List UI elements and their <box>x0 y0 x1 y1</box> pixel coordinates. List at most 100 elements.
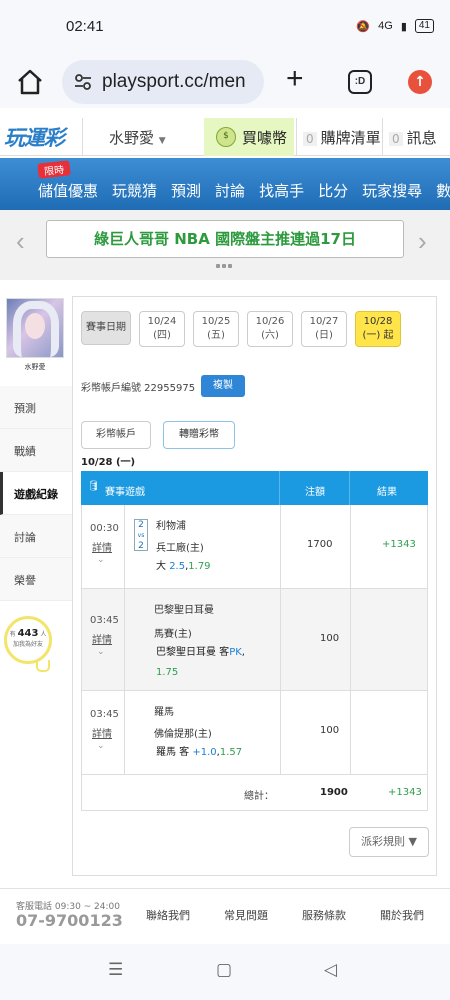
site-header: 玩運彩 水野愛 ▼ $ 買噱幣 0 購牌清單 0 訊息 <box>0 118 450 156</box>
profile-sidebar: 預測 戰績 遊戲紀錄 討論 榮譽 <box>0 386 72 601</box>
site-settings-icon[interactable] <box>74 73 92 91</box>
game-time: 03:45 <box>90 709 119 720</box>
detail-link[interactable]: 詳情 <box>92 725 112 740</box>
account-number: 彩幣帳戶編號 22955975 <box>81 383 196 394</box>
buy-coins-button[interactable]: $ 買噱幣 <box>204 118 294 156</box>
chevron-left-icon[interactable]: ‹ <box>16 226 25 257</box>
away-team: 巴黎聖日耳曼 <box>154 605 214 616</box>
address-bar[interactable]: playsport.cc/men <box>62 60 264 104</box>
total-amount: 1900 <box>320 787 348 798</box>
date-option-active[interactable]: 10/28 (一) 起 <box>355 311 401 347</box>
date-option[interactable]: 10/24 (四) <box>139 311 185 347</box>
battery-icon: 41 <box>414 19 434 33</box>
date-selector: 賽事日期 10/24 (四) 10/25 (五) 10/26 (六) 10/27 (日)… <box>81 311 401 347</box>
table-row: 00:30 詳情 ⌄ 2 vs 2 利物浦 兵工廠(主) 大 2.5,1.79 17… <box>81 505 428 589</box>
home-nav-icon[interactable]: ▢ <box>216 960 232 980</box>
tab-coin-account[interactable]: 彩幣帳戶 <box>81 421 151 449</box>
cart-label: 購牌清單 <box>320 129 381 147</box>
sidebar-item-predict[interactable]: 預測 <box>0 386 72 429</box>
nav-item-scores[interactable]: 比分 <box>318 180 348 201</box>
footer-links: 聯絡我們 常見問題 服務條款 關於我們 <box>146 907 424 923</box>
nav-item-play-guess[interactable]: 玩競猜 <box>112 180 157 201</box>
nav-item-find-experts[interactable]: 找高手 <box>259 180 304 201</box>
message-count: 0 <box>389 132 403 146</box>
site-footer: 客服電話 09:30 ~ 24:00 07-9700123 聯絡我們 常見問題 … <box>0 888 450 944</box>
nav-item-topup-offers[interactable]: 儲值優惠 <box>38 180 98 201</box>
table-total-row: 總計： 1900 +1343 <box>81 775 428 811</box>
bet-pick: 羅馬 客 +1.0,1.57 <box>156 747 243 758</box>
sidebar-item-discuss[interactable]: 討論 <box>0 515 72 558</box>
service-phone[interactable]: 07-9700123 <box>16 911 123 930</box>
avatar[interactable] <box>6 298 64 358</box>
recents-icon[interactable]: ☰ <box>108 960 123 980</box>
footer-link-faq[interactable]: 常見問題 <box>224 907 268 923</box>
away-team: 利物浦 <box>156 521 186 532</box>
chevron-right-icon[interactable]: › <box>418 226 427 257</box>
payout-rules-button[interactable]: 派彩規則 ▼ <box>349 827 429 857</box>
footer-link-about[interactable]: 關於我們 <box>380 907 424 923</box>
mute-icon: 🔕 <box>356 20 371 33</box>
date-option[interactable]: 10/26 (六) <box>247 311 293 347</box>
detail-link[interactable]: 詳情 <box>92 539 112 554</box>
buy-label: 買噱幣 <box>242 129 288 147</box>
chevron-down-icon[interactable]: ⌄ <box>97 647 105 657</box>
game-time: 00:30 <box>90 523 119 534</box>
browser-toolbar: playsport.cc/men + :D ↑ <box>0 56 450 108</box>
header-game: 賽事遊戲 <box>105 487 145 498</box>
footer-link-terms[interactable]: 服務條款 <box>302 907 346 923</box>
tab-switcher-button[interactable]: :D <box>348 70 372 94</box>
nav-item-data[interactable]: 數據 <box>436 180 450 201</box>
date-option[interactable]: 10/27 (日) <box>301 311 347 347</box>
table-row: 03:45 詳情 ⌄ 巴黎聖日耳曼 馬賽(主) 巴黎聖日耳曼 客PK, 1.75 … <box>81 589 428 691</box>
bet-amount: 100 <box>320 633 340 644</box>
limited-badge: 限時 <box>37 160 71 179</box>
add-friend-bulb[interactable]: 有 443 人 加我為好友 <box>4 616 52 664</box>
nav-item-player-search[interactable]: 玩家搜尋 <box>362 180 422 201</box>
banner-carousel: ‹ 綠巨人哥哥 NBA 國際盤主推連過17日 › <box>0 210 450 280</box>
game-time: 03:45 <box>90 615 119 626</box>
away-team: 羅馬 <box>154 707 174 718</box>
home-team: 兵工廠(主) <box>156 543 204 554</box>
user-name: 水野愛 <box>109 129 155 147</box>
bulb-icon <box>36 660 50 672</box>
nav-items: 儲值優惠 玩競猜 預測 討論 找高手 比分 玩家搜尋 數據 <box>38 180 450 201</box>
sidebar-item-record[interactable]: 戰績 <box>0 429 72 472</box>
nav-item-discuss[interactable]: 討論 <box>215 180 245 201</box>
update-icon[interactable]: ↑ <box>408 70 432 94</box>
score-box: 2 vs 2 <box>134 519 148 551</box>
total-label: 總計： <box>244 791 274 802</box>
copy-button[interactable]: 複製 <box>201 375 245 397</box>
messages-label: 訊息 <box>406 129 437 147</box>
header-result: 結果 <box>377 487 397 498</box>
user-dropdown[interactable]: 水野愛 ▼ <box>82 118 202 156</box>
footer-link-contact[interactable]: 聯絡我們 <box>146 907 190 923</box>
cart-count: 0 <box>303 132 317 146</box>
chevron-down-icon[interactable]: ⌄ <box>97 555 105 565</box>
sidebar-item-honor[interactable]: 榮譽 <box>0 558 72 601</box>
url-text: playsport.cc/men <box>102 71 246 92</box>
total-result: +1343 <box>388 787 422 798</box>
messages-button[interactable]: 0 訊息 <box>382 118 450 156</box>
date-option[interactable]: 10/25 (五) <box>193 311 239 347</box>
table-row: 03:45 詳情 ⌄ 羅馬 佛倫提那(主) 羅馬 客 +1.0,1.57 100 <box>81 691 428 775</box>
back-icon[interactable]: ◁ <box>324 960 337 980</box>
bet-pick: 大 2.5,1.79 <box>156 561 211 572</box>
add-friend-label: 加我為好友 <box>12 641 43 648</box>
nav-item-predict[interactable]: 預測 <box>171 180 201 201</box>
new-tab-icon[interactable]: + <box>286 64 304 94</box>
site-logo[interactable]: 玩運彩 <box>4 122 65 152</box>
home-icon[interactable] <box>16 68 44 96</box>
promo-banner[interactable]: 綠巨人哥哥 NBA 國際盤主推連過17日 <box>46 220 404 258</box>
network-label: 4G <box>378 20 393 32</box>
status-bar: 02:41 🔕 4G ▮ 41 <box>0 0 450 56</box>
table-header: 🛢 賽事遊戲 注額 結果 <box>81 471 428 505</box>
fans-count: 443 <box>17 628 39 639</box>
tab-transfer-coins[interactable]: 轉贈彩幣 <box>163 421 235 449</box>
chevron-down-icon[interactable]: ⌄ <box>97 741 105 751</box>
home-team: 佛倫提那(主) <box>154 729 212 740</box>
bet-amount: 100 <box>320 725 340 736</box>
detail-link[interactable]: 詳情 <box>92 631 112 646</box>
cart-button[interactable]: 0 購牌清單 <box>296 118 382 156</box>
database-icon: 🛢 <box>87 481 100 492</box>
sidebar-item-game-log[interactable]: 遊戲紀錄 <box>0 472 72 515</box>
